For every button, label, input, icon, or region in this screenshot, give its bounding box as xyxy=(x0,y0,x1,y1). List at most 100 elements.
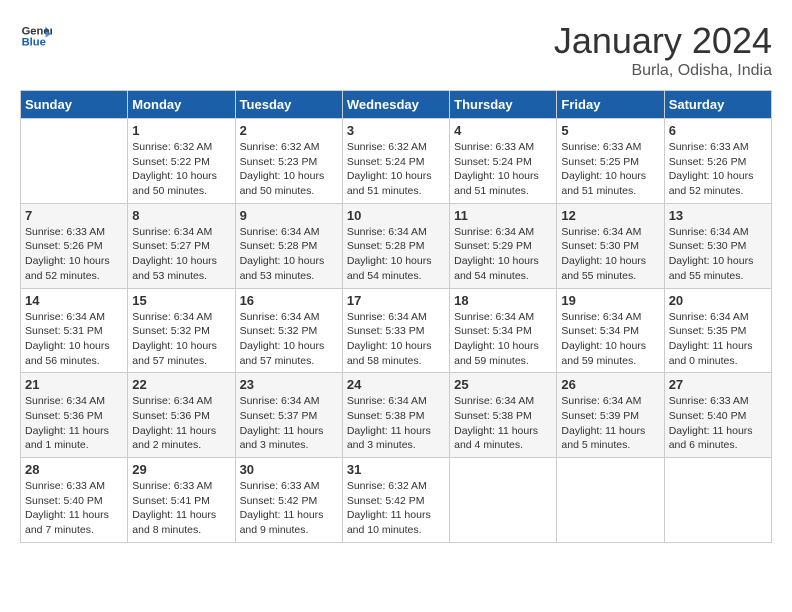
day-number: 25 xyxy=(454,377,552,392)
day-info: Sunrise: 6:34 AM Sunset: 5:37 PM Dayligh… xyxy=(240,394,338,453)
calendar-week-row: 14 Sunrise: 6:34 AM Sunset: 5:31 PM Dayli… xyxy=(21,288,772,373)
calendar-cell xyxy=(21,119,128,204)
column-header-monday: Monday xyxy=(128,91,235,119)
column-header-wednesday: Wednesday xyxy=(342,91,449,119)
day-number: 19 xyxy=(561,293,659,308)
day-number: 14 xyxy=(25,293,123,308)
day-number: 29 xyxy=(132,462,230,477)
day-info: Sunrise: 6:32 AM Sunset: 5:22 PM Dayligh… xyxy=(132,140,230,199)
calendar-cell: 29 Sunrise: 6:33 AM Sunset: 5:41 PM Dayli… xyxy=(128,458,235,543)
day-info: Sunrise: 6:34 AM Sunset: 5:34 PM Dayligh… xyxy=(561,310,659,369)
day-info: Sunrise: 6:34 AM Sunset: 5:32 PM Dayligh… xyxy=(132,310,230,369)
day-info: Sunrise: 6:33 AM Sunset: 5:40 PM Dayligh… xyxy=(669,394,767,453)
day-number: 24 xyxy=(347,377,445,392)
day-number: 11 xyxy=(454,208,552,223)
calendar-cell: 24 Sunrise: 6:34 AM Sunset: 5:38 PM Dayli… xyxy=(342,373,449,458)
column-header-tuesday: Tuesday xyxy=(235,91,342,119)
day-number: 4 xyxy=(454,123,552,138)
day-info: Sunrise: 6:34 AM Sunset: 5:28 PM Dayligh… xyxy=(347,225,445,284)
day-info: Sunrise: 6:34 AM Sunset: 5:32 PM Dayligh… xyxy=(240,310,338,369)
calendar-cell: 19 Sunrise: 6:34 AM Sunset: 5:34 PM Dayli… xyxy=(557,288,664,373)
calendar-cell xyxy=(664,458,771,543)
calendar-cell: 1 Sunrise: 6:32 AM Sunset: 5:22 PM Daylig… xyxy=(128,119,235,204)
column-header-saturday: Saturday xyxy=(664,91,771,119)
day-number: 28 xyxy=(25,462,123,477)
day-info: Sunrise: 6:34 AM Sunset: 5:38 PM Dayligh… xyxy=(347,394,445,453)
day-number: 8 xyxy=(132,208,230,223)
calendar-cell: 27Sunrise: 6:33 AM Sunset: 5:40 PM Dayli… xyxy=(664,373,771,458)
location-subtitle: Burla, Odisha, India xyxy=(554,62,772,80)
logo: General Blue xyxy=(20,20,52,52)
calendar-week-row: 21 Sunrise: 6:34 AM Sunset: 5:36 PM Dayli… xyxy=(21,373,772,458)
day-number: 16 xyxy=(240,293,338,308)
calendar-cell: 28 Sunrise: 6:33 AM Sunset: 5:40 PM Dayli… xyxy=(21,458,128,543)
day-info: Sunrise: 6:34 AM Sunset: 5:29 PM Dayligh… xyxy=(454,225,552,284)
calendar-cell: 5 Sunrise: 6:33 AM Sunset: 5:25 PM Daylig… xyxy=(557,119,664,204)
day-info: Sunrise: 6:34 AM Sunset: 5:33 PM Dayligh… xyxy=(347,310,445,369)
calendar-cell: 9 Sunrise: 6:34 AM Sunset: 5:28 PM Daylig… xyxy=(235,203,342,288)
day-info: Sunrise: 6:32 AM Sunset: 5:24 PM Dayligh… xyxy=(347,140,445,199)
calendar-cell: 26Sunrise: 6:34 AM Sunset: 5:39 PM Dayli… xyxy=(557,373,664,458)
day-number: 12 xyxy=(561,208,659,223)
day-number: 5 xyxy=(561,123,659,138)
calendar-cell: 3 Sunrise: 6:32 AM Sunset: 5:24 PM Daylig… xyxy=(342,119,449,204)
calendar-cell: 8Sunrise: 6:34 AM Sunset: 5:27 PM Daylig… xyxy=(128,203,235,288)
calendar-week-row: 7 Sunrise: 6:33 AM Sunset: 5:26 PM Daylig… xyxy=(21,203,772,288)
day-info: Sunrise: 6:34 AM Sunset: 5:36 PM Dayligh… xyxy=(132,394,230,453)
day-number: 1 xyxy=(132,123,230,138)
day-info: Sunrise: 6:33 AM Sunset: 5:24 PM Dayligh… xyxy=(454,140,552,199)
calendar-cell: 25 Sunrise: 6:34 AM Sunset: 5:38 PM Dayli… xyxy=(450,373,557,458)
day-info: Sunrise: 6:34 AM Sunset: 5:30 PM Dayligh… xyxy=(561,225,659,284)
calendar-cell: 14 Sunrise: 6:34 AM Sunset: 5:31 PM Dayli… xyxy=(21,288,128,373)
calendar-cell: 10 Sunrise: 6:34 AM Sunset: 5:28 PM Dayli… xyxy=(342,203,449,288)
day-info: Sunrise: 6:33 AM Sunset: 5:41 PM Dayligh… xyxy=(132,479,230,538)
calendar-cell: 15Sunrise: 6:34 AM Sunset: 5:32 PM Dayli… xyxy=(128,288,235,373)
calendar-table: SundayMondayTuesdayWednesdayThursdayFrid… xyxy=(20,90,772,543)
day-number: 31 xyxy=(347,462,445,477)
calendar-cell: 16 Sunrise: 6:34 AM Sunset: 5:32 PM Dayli… xyxy=(235,288,342,373)
day-info: Sunrise: 6:34 AM Sunset: 5:28 PM Dayligh… xyxy=(240,225,338,284)
month-title: January 2024 xyxy=(554,20,772,62)
day-number: 26 xyxy=(561,377,659,392)
calendar-body: 1 Sunrise: 6:32 AM Sunset: 5:22 PM Daylig… xyxy=(21,119,772,543)
day-number: 9 xyxy=(240,208,338,223)
day-info: Sunrise: 6:34 AM Sunset: 5:31 PM Dayligh… xyxy=(25,310,123,369)
column-header-sunday: Sunday xyxy=(21,91,128,119)
title-block: January 2024 Burla, Odisha, India xyxy=(554,20,772,80)
calendar-cell: 30 Sunrise: 6:33 AM Sunset: 5:42 PM Dayli… xyxy=(235,458,342,543)
day-info: Sunrise: 6:32 AM Sunset: 5:42 PM Dayligh… xyxy=(347,479,445,538)
day-number: 30 xyxy=(240,462,338,477)
day-info: Sunrise: 6:34 AM Sunset: 5:35 PM Dayligh… xyxy=(669,310,767,369)
calendar-cell: 7 Sunrise: 6:33 AM Sunset: 5:26 PM Daylig… xyxy=(21,203,128,288)
calendar-cell: 4 Sunrise: 6:33 AM Sunset: 5:24 PM Daylig… xyxy=(450,119,557,204)
day-info: Sunrise: 6:33 AM Sunset: 5:26 PM Dayligh… xyxy=(669,140,767,199)
calendar-cell: 23 Sunrise: 6:34 AM Sunset: 5:37 PM Dayli… xyxy=(235,373,342,458)
day-number: 10 xyxy=(347,208,445,223)
svg-text:Blue: Blue xyxy=(22,37,46,49)
calendar-cell: 13 Sunrise: 6:34 AM Sunset: 5:30 PM Dayli… xyxy=(664,203,771,288)
day-info: Sunrise: 6:34 AM Sunset: 5:30 PM Dayligh… xyxy=(669,225,767,284)
day-info: Sunrise: 6:33 AM Sunset: 5:26 PM Dayligh… xyxy=(25,225,123,284)
calendar-cell: 21Sunrise: 6:34 AM Sunset: 5:36 PM Dayli… xyxy=(21,373,128,458)
day-number: 23 xyxy=(240,377,338,392)
day-info: Sunrise: 6:33 AM Sunset: 5:42 PM Dayligh… xyxy=(240,479,338,538)
day-number: 20 xyxy=(669,293,767,308)
day-number: 21 xyxy=(25,377,123,392)
day-number: 13 xyxy=(669,208,767,223)
calendar-cell: 18Sunrise: 6:34 AM Sunset: 5:34 PM Dayli… xyxy=(450,288,557,373)
day-info: Sunrise: 6:32 AM Sunset: 5:23 PM Dayligh… xyxy=(240,140,338,199)
column-header-friday: Friday xyxy=(557,91,664,119)
calendar-cell: 31 Sunrise: 6:32 AM Sunset: 5:42 PM Dayli… xyxy=(342,458,449,543)
calendar-cell: 12 Sunrise: 6:34 AM Sunset: 5:30 PM Dayli… xyxy=(557,203,664,288)
day-number: 7 xyxy=(25,208,123,223)
calendar-week-row: 1 Sunrise: 6:32 AM Sunset: 5:22 PM Daylig… xyxy=(21,119,772,204)
day-info: Sunrise: 6:33 AM Sunset: 5:25 PM Dayligh… xyxy=(561,140,659,199)
calendar-cell: 22Sunrise: 6:34 AM Sunset: 5:36 PM Dayli… xyxy=(128,373,235,458)
calendar-cell xyxy=(450,458,557,543)
day-number: 3 xyxy=(347,123,445,138)
calendar-cell: 11 Sunrise: 6:34 AM Sunset: 5:29 PM Dayli… xyxy=(450,203,557,288)
day-info: Sunrise: 6:33 AM Sunset: 5:40 PM Dayligh… xyxy=(25,479,123,538)
day-info: Sunrise: 6:34 AM Sunset: 5:38 PM Dayligh… xyxy=(454,394,552,453)
column-header-thursday: Thursday xyxy=(450,91,557,119)
calendar-cell xyxy=(557,458,664,543)
